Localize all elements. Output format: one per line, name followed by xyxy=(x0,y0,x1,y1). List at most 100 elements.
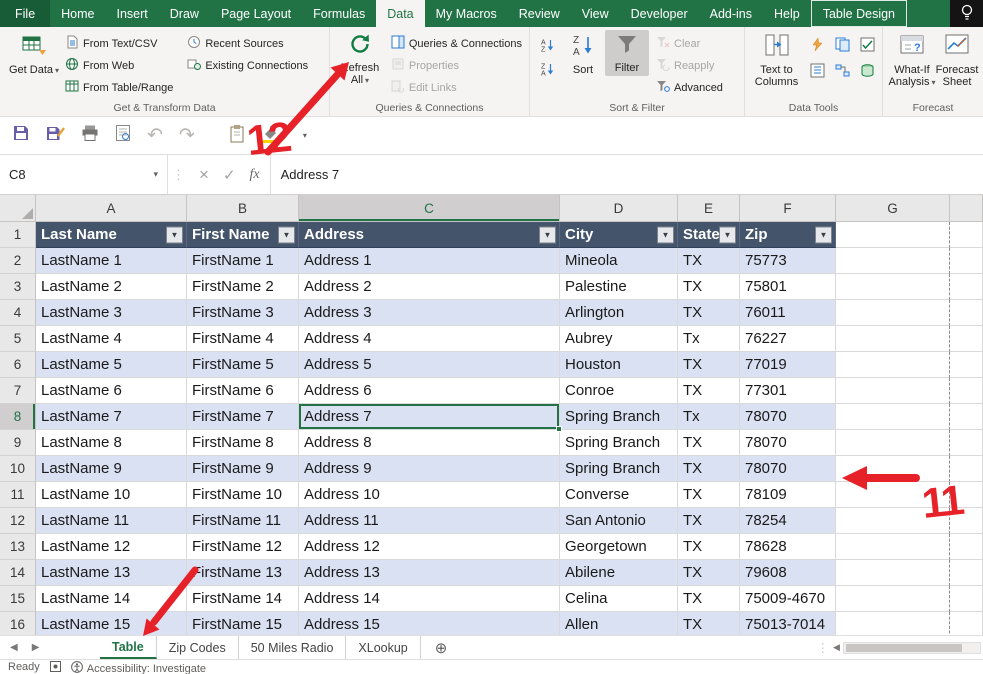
cell-A6[interactable]: LastName 5 xyxy=(36,352,187,378)
filter-dropdown-last-name[interactable]: ▼ xyxy=(166,226,183,243)
cell-D9[interactable]: Spring Branch xyxy=(560,430,678,456)
cell-C10[interactable]: Address 9 xyxy=(299,456,560,482)
column-header-a[interactable]: A xyxy=(36,195,187,222)
cell-F7[interactable]: 77301 xyxy=(740,378,836,404)
cell-x5[interactable] xyxy=(950,326,983,352)
row-header-3[interactable]: 3 xyxy=(0,274,36,300)
cell-B11[interactable]: FirstName 10 xyxy=(187,482,299,508)
cell-D15[interactable]: Celina xyxy=(560,586,678,612)
cell-x9[interactable] xyxy=(950,430,983,456)
column-header-e[interactable]: E xyxy=(678,195,740,222)
cell-E3[interactable]: TX xyxy=(678,274,740,300)
ribbon-tab-draw[interactable]: Draw xyxy=(159,0,210,27)
cell-x3[interactable] xyxy=(950,274,983,300)
cell-A16[interactable]: LastName 15 xyxy=(36,612,187,635)
undo-button[interactable]: ↶ xyxy=(147,126,163,145)
filter-dropdown-zip[interactable]: ▼ xyxy=(815,226,832,243)
cell-E4[interactable]: TX xyxy=(678,300,740,326)
cell-A3[interactable]: LastName 2 xyxy=(36,274,187,300)
cell-A1[interactable]: Last Name ▼ xyxy=(36,222,187,248)
cell-C8[interactable]: Address 7 xyxy=(299,404,562,432)
quick-print-button[interactable] xyxy=(81,124,99,147)
cell-F11[interactable]: 78109 xyxy=(740,482,836,508)
cell-x2[interactable] xyxy=(950,248,983,274)
cell-D2[interactable]: Mineola xyxy=(560,248,678,274)
row-header-12[interactable]: 12 xyxy=(0,508,36,534)
row-header-1[interactable]: 1 xyxy=(0,222,36,248)
cell-A13[interactable]: LastName 12 xyxy=(36,534,187,560)
cell-B10[interactable]: FirstName 9 xyxy=(187,456,299,482)
cell-B13[interactable]: FirstName 12 xyxy=(187,534,299,560)
row-header-15[interactable]: 15 xyxy=(0,586,36,612)
cell-F15[interactable]: 75009-4670 xyxy=(740,586,836,612)
sheet-tab-50-miles-radio[interactable]: 50 Miles Radio xyxy=(239,636,347,659)
sheet-tab-table[interactable]: Table xyxy=(100,636,157,659)
sheet-nav-prev-icon[interactable]: ◀ xyxy=(10,642,18,653)
cell-G10[interactable] xyxy=(836,456,950,482)
cell-F9[interactable]: 78070 xyxy=(740,430,836,456)
cell-B15[interactable]: FirstName 14 xyxy=(187,586,299,612)
cell-C15[interactable]: Address 14 xyxy=(299,586,560,612)
cell-x10[interactable] xyxy=(950,456,983,482)
relationships-button[interactable] xyxy=(831,61,853,85)
save-button[interactable] xyxy=(12,124,30,147)
cell-x8[interactable] xyxy=(950,404,983,430)
ribbon-tab-data[interactable]: Data xyxy=(376,0,425,27)
cell-G15[interactable] xyxy=(836,586,950,612)
new-sheet-button[interactable]: ⊕ xyxy=(421,636,462,659)
cell-C3[interactable]: Address 2 xyxy=(299,274,560,300)
edit-links-button[interactable]: Edit Links xyxy=(388,77,525,98)
cell-x16[interactable] xyxy=(950,612,983,635)
cell-F2[interactable]: 75773 xyxy=(740,248,836,274)
filter-dropdown-state[interactable]: ▼ xyxy=(719,226,736,243)
cell-D8[interactable]: Spring Branch xyxy=(560,404,678,430)
cell-D7[interactable]: Conroe xyxy=(560,378,678,404)
existing-connections-button[interactable]: Existing Connections xyxy=(184,55,311,76)
ribbon-tab-table-design[interactable]: Table Design xyxy=(810,0,907,27)
row-header-7[interactable]: 7 xyxy=(0,378,36,404)
scrollbar-track[interactable] xyxy=(842,641,981,654)
cell-D14[interactable]: Abilene xyxy=(560,560,678,586)
sheet-nav-next-icon[interactable]: ▶ xyxy=(32,642,40,653)
row-header-9[interactable]: 9 xyxy=(0,430,36,456)
cell-D13[interactable]: Georgetown xyxy=(560,534,678,560)
horizontal-scrollbar[interactable]: ◀ xyxy=(833,636,983,659)
refresh-all-button[interactable]: Refresh All ▾ xyxy=(336,30,384,89)
cancel-button[interactable]: × xyxy=(199,165,209,185)
cell-G6[interactable] xyxy=(836,352,950,378)
cell-x14[interactable] xyxy=(950,560,983,586)
cell-A11[interactable]: LastName 10 xyxy=(36,482,187,508)
row-header-11[interactable]: 11 xyxy=(0,482,36,508)
cell-B12[interactable]: FirstName 11 xyxy=(187,508,299,534)
sheet-bar-splitter[interactable]: ⋮ xyxy=(813,636,834,659)
forecast-sheet-button[interactable]: Forecast Sheet xyxy=(935,30,979,91)
cell-C12[interactable]: Address 11 xyxy=(299,508,560,534)
cell-D6[interactable]: Houston xyxy=(560,352,678,378)
cell-E14[interactable]: TX xyxy=(678,560,740,586)
cell-B5[interactable]: FirstName 4 xyxy=(187,326,299,352)
sort-az-button[interactable]: AZ xyxy=(536,34,558,56)
remove-duplicates-button[interactable] xyxy=(831,35,853,59)
cell-F14[interactable]: 79608 xyxy=(740,560,836,586)
ribbon-tab-view[interactable]: View xyxy=(571,0,620,27)
cell-D5[interactable]: Aubrey xyxy=(560,326,678,352)
cell-C1[interactable]: Address ▼ xyxy=(299,222,560,248)
ribbon-tab-home[interactable]: Home xyxy=(50,0,105,27)
row-header-16[interactable]: 16 xyxy=(0,612,36,635)
sort-button[interactable]: ZA Sort xyxy=(561,30,605,78)
cell-F6[interactable]: 77019 xyxy=(740,352,836,378)
cell-E8[interactable]: Tx xyxy=(678,404,740,430)
cell-B14[interactable]: FirstName 13 xyxy=(187,560,299,586)
cell-A4[interactable]: LastName 3 xyxy=(36,300,187,326)
cell-C9[interactable]: Address 8 xyxy=(299,430,560,456)
cell-x1[interactable] xyxy=(950,222,983,248)
column-header-partial[interactable] xyxy=(950,195,983,222)
cell-E15[interactable]: TX xyxy=(678,586,740,612)
cell-E5[interactable]: Tx xyxy=(678,326,740,352)
paste-button[interactable] xyxy=(229,124,245,148)
cell-E11[interactable]: TX xyxy=(678,482,740,508)
cell-B6[interactable]: FirstName 5 xyxy=(187,352,299,378)
formula-input[interactable]: Address 7 xyxy=(269,155,983,194)
cell-C7[interactable]: Address 6 xyxy=(299,378,560,404)
cell-E16[interactable]: TX xyxy=(678,612,740,635)
